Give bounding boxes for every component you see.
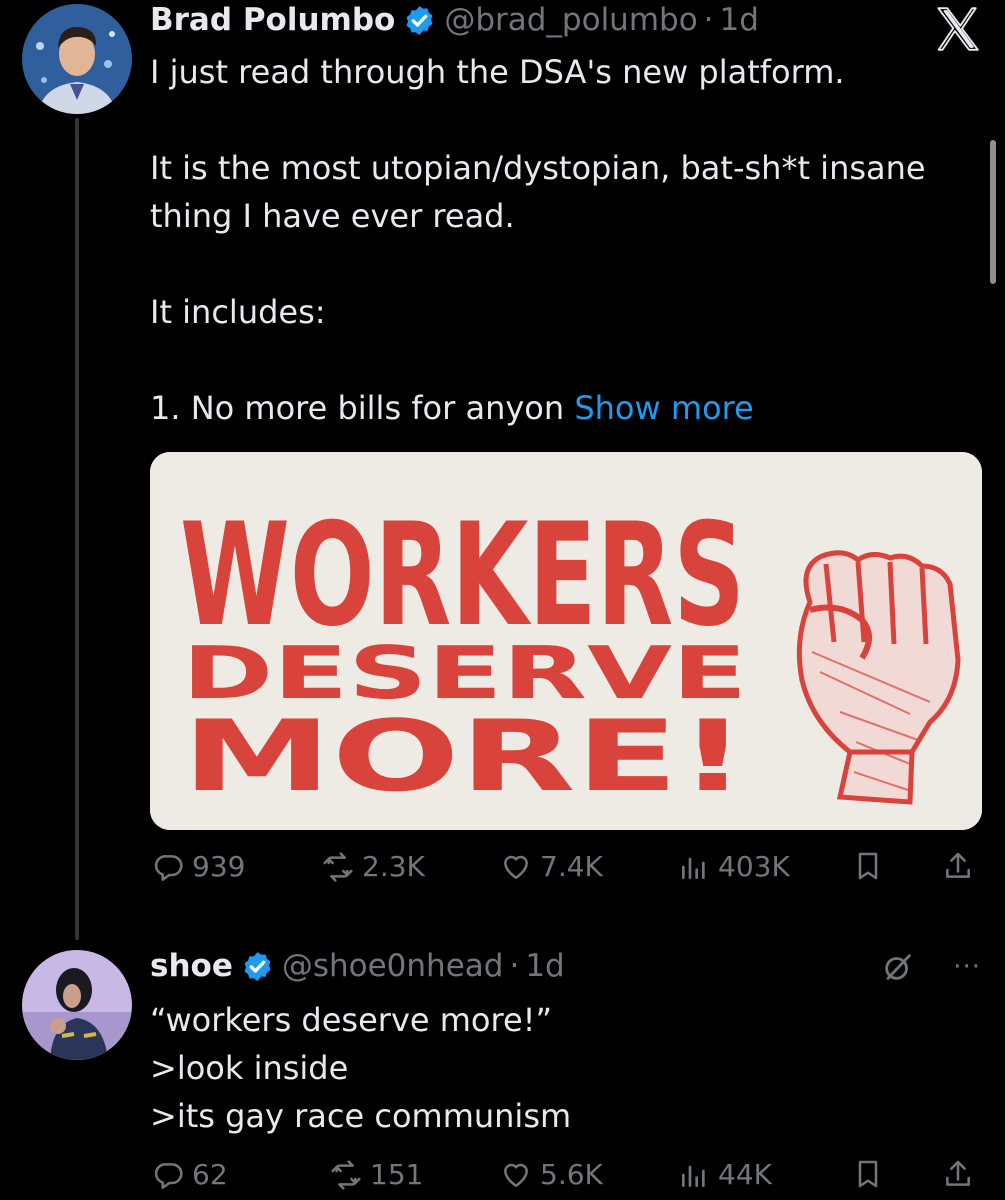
grok-icon[interactable] — [881, 950, 915, 984]
tweet-actions: 939 2.3K 7.4K 403K — [150, 850, 982, 890]
views-button[interactable]: 403K — [678, 850, 790, 883]
scrollbar[interactable] — [990, 140, 996, 284]
timestamp[interactable]: 1d — [525, 948, 564, 984]
verified-badge-icon — [244, 951, 271, 981]
reply-button[interactable]: 62 — [152, 1158, 228, 1191]
truncated-text: 1. No more bills for anyon — [150, 389, 565, 427]
x-logo-icon[interactable] — [932, 4, 982, 54]
avatar[interactable] — [22, 4, 132, 114]
views-button[interactable]: 44K — [678, 1158, 772, 1191]
repost-count: 2.3K — [362, 850, 425, 883]
bookmark-icon — [858, 852, 878, 880]
reply-icon — [154, 854, 183, 881]
separator: · — [703, 2, 714, 38]
repost-count: 151 — [370, 1158, 424, 1191]
views-icon — [682, 857, 705, 879]
reply-count: 62 — [192, 1158, 228, 1191]
display-name[interactable]: Brad Polumbo — [150, 2, 395, 38]
reply-button[interactable]: 939 — [152, 850, 245, 883]
timestamp[interactable]: 1d — [720, 2, 759, 38]
tweet-header: Brad Polumbo @brad_polumbo · 1d — [150, 0, 759, 40]
tweet-line: “workers deserve more!” — [150, 1001, 553, 1039]
views-count: 44K — [718, 1158, 772, 1191]
tweet-top-icons: ··· — [881, 950, 981, 984]
handle[interactable]: @shoe0nhead — [282, 948, 504, 984]
separator: · — [509, 948, 520, 984]
tweet-line: I just read through the DSA's new platfo… — [150, 53, 845, 91]
views-icon — [682, 1165, 705, 1187]
reply-count: 939 — [192, 850, 246, 883]
like-count: 7.4K — [540, 850, 603, 883]
share-icon — [946, 852, 970, 878]
like-button[interactable]: 5.6K — [500, 1158, 603, 1191]
tweet-line: >look inside — [150, 1049, 349, 1087]
thread-line — [75, 118, 79, 940]
reply-icon — [154, 1162, 183, 1189]
bookmark-button[interactable] — [852, 1158, 884, 1190]
tweet-text: I just read through the DSA's new platfo… — [150, 48, 980, 432]
share-icon — [946, 1160, 970, 1186]
tweet-line: 1. No more bills for anyon Show more — [150, 384, 980, 432]
like-icon — [504, 855, 528, 879]
tweet-line: >its gay race communism — [150, 1097, 572, 1135]
like-icon — [504, 1163, 528, 1187]
share-button[interactable] — [942, 1158, 974, 1190]
bookmark-icon — [858, 1160, 878, 1188]
avatar[interactable] — [22, 950, 132, 1060]
like-button[interactable]: 7.4K — [500, 850, 603, 883]
repost-icon — [331, 1159, 361, 1190]
tweet-line: thing I have ever read. — [150, 197, 515, 235]
repost-button[interactable]: 2.3K — [322, 850, 425, 883]
tweet-line: It is the most utopian/dystopian, bat-sh… — [150, 149, 926, 187]
more-icon[interactable]: ··· — [953, 952, 981, 982]
tweet-text: “workers deserve more!” >look inside >it… — [150, 996, 980, 1140]
tweet-actions: 62 151 5.6K 44K — [150, 1158, 982, 1198]
show-more-link[interactable]: Show more — [574, 389, 753, 427]
views-count: 403K — [718, 850, 790, 883]
verified-badge-icon — [406, 5, 433, 35]
poster-line-more: MORE! — [182, 700, 747, 814]
handle[interactable]: @brad_polumbo — [444, 2, 697, 38]
tweet-line: It includes: — [150, 293, 326, 331]
display-name[interactable]: shoe — [150, 948, 233, 984]
bookmark-button[interactable] — [852, 850, 884, 882]
tweet-media-image[interactable]: WORKERS DESERVE MORE! — [150, 452, 982, 830]
repost-button[interactable]: 151 — [330, 1158, 423, 1191]
repost-icon — [323, 851, 353, 882]
share-button[interactable] — [942, 850, 974, 882]
tweet-header: shoe @shoe0nhead · 1d — [150, 946, 565, 986]
like-count: 5.6K — [540, 1158, 603, 1191]
